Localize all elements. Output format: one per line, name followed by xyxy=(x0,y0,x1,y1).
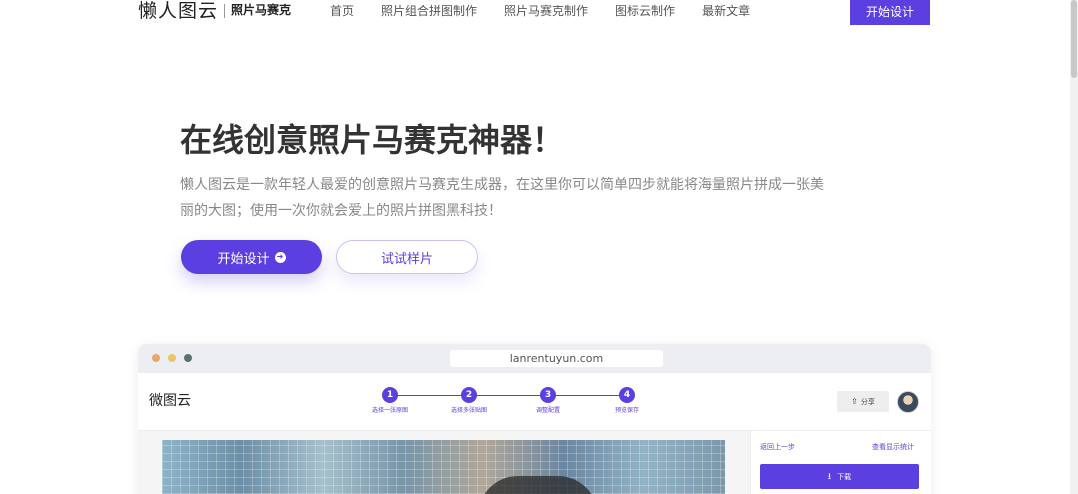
mock-back-link: 返回上一步 xyxy=(760,443,795,451)
download-icon: ⭳ xyxy=(827,470,832,481)
window-dot-icon xyxy=(152,354,160,362)
step-label: 预览保存 xyxy=(614,407,639,414)
hero-title: 在线创意照片马赛克神器！ xyxy=(180,121,565,159)
window-dot-icon xyxy=(184,354,192,362)
app-preview-mockup: lanrentuyun.com 微图云 1 选择一张原图 2 选择多张贴图 3 … xyxy=(138,344,931,494)
nav-home[interactable]: 首页 xyxy=(330,3,354,19)
share-label: 分享 xyxy=(860,398,875,406)
step-number: 4 xyxy=(619,387,635,403)
mock-url-bar: lanrentuyun.com xyxy=(450,350,663,367)
hero-start-label: 开始设计 xyxy=(217,250,270,266)
step-label: 调整配置 xyxy=(535,407,560,414)
share-icon: ⇪ xyxy=(851,397,858,406)
mock-share-button: ⇪ 分享 xyxy=(837,391,889,412)
nav-iconcloud[interactable]: 图标云制作 xyxy=(615,3,675,19)
main-nav: 首页 照片组合拼图制作 照片马赛克制作 图标云制作 最新文章 xyxy=(330,3,777,19)
step-1: 1 选择一张原图 xyxy=(350,387,430,415)
step-number: 3 xyxy=(540,387,556,403)
mock-stats-link: 查看显示统计 xyxy=(872,443,914,451)
mock-app-title: 微图云 xyxy=(149,393,191,409)
mosaic-preview-image xyxy=(162,440,725,494)
step-label: 选择多张贴图 xyxy=(450,407,487,414)
hero-start-button[interactable]: 开始设计 ➜ xyxy=(181,240,322,274)
step-number: 1 xyxy=(382,387,398,403)
step-2: 2 选择多张贴图 xyxy=(429,387,509,415)
top-header: 懒人图云 照片马赛克 首页 照片组合拼图制作 照片马赛克制作 图标云制作 最新文… xyxy=(0,0,1078,26)
window-dot-icon xyxy=(168,354,176,362)
arrow-right-circle-icon: ➜ xyxy=(274,251,286,263)
nav-collage[interactable]: 照片组合拼图制作 xyxy=(381,3,477,19)
mock-browser-bar: lanrentuyun.com xyxy=(138,344,931,373)
step-number: 2 xyxy=(461,387,477,403)
header-start-button[interactable]: 开始设计 xyxy=(850,0,930,25)
nav-articles[interactable]: 最新文章 xyxy=(702,3,750,19)
download-label: 下载 xyxy=(837,473,852,481)
mock-user-avatar xyxy=(897,391,919,413)
brand-subtitle: 照片马赛克 xyxy=(231,3,292,17)
mock-download-button: ⭳ 下载 xyxy=(760,464,919,489)
step-label: 选择一张原图 xyxy=(371,407,408,414)
scrollbar-thumb[interactable] xyxy=(1071,0,1077,78)
page-scrollbar[interactable] xyxy=(1070,0,1078,494)
hero-description: 懒人图云是一款年轻人最爱的创意照片马赛克生成器，在这里你可以简单四步就能将海量照… xyxy=(180,177,824,219)
brand-divider xyxy=(224,4,225,18)
step-4: 4 预览保存 xyxy=(587,387,667,415)
brand-logo[interactable]: 懒人图云 xyxy=(138,0,218,22)
step-3: 3 调整配置 xyxy=(508,387,588,415)
nav-mosaic[interactable]: 照片马赛克制作 xyxy=(504,3,588,19)
hero-sample-button[interactable]: 试试样片 xyxy=(336,240,478,274)
